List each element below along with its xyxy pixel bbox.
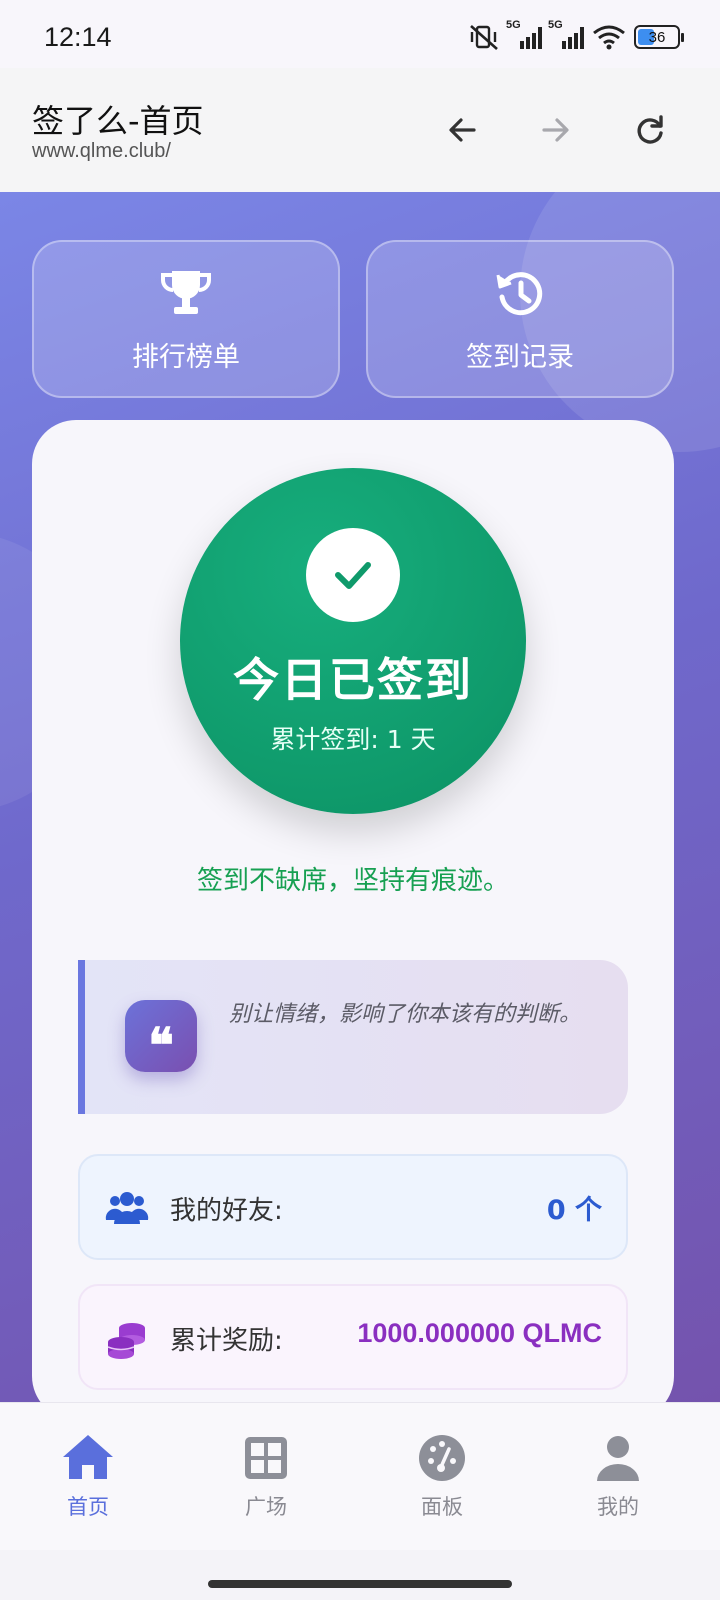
check-badge	[306, 528, 400, 622]
checkin-history-button[interactable]: 签到记录	[366, 240, 674, 398]
nav-home-label: 首页	[67, 1495, 109, 1519]
nav-profile[interactable]: 我的	[558, 1431, 678, 1521]
leaderboard-label: 排行榜单	[132, 341, 240, 373]
nav-home[interactable]: 首页	[28, 1431, 148, 1521]
user-icon	[597, 1436, 639, 1481]
rewards-label: 累计奖励:	[170, 1326, 283, 1356]
status-icons: 5G 5G 36	[468, 19, 684, 52]
friends-label: 我的好友:	[170, 1196, 283, 1226]
motto-text: 签到不缺席，坚持有痕迹。	[196, 866, 509, 896]
coins-icon	[104, 1316, 150, 1362]
home-icon	[63, 1435, 113, 1479]
refresh-icon	[637, 115, 663, 144]
arrow-left-icon	[449, 118, 476, 142]
rewards-row[interactable]: 累计奖励: 1000.000000 QLMC	[78, 1284, 628, 1390]
gesture-bar[interactable]	[208, 1580, 512, 1588]
hero-section: 排行榜单 签到记录 今日已签到 累计签到: 1 天 签到不缺席，坚持有痕迹。 ❝…	[0, 192, 720, 1402]
users-icon	[104, 1186, 150, 1232]
signal-icon-2: 5G	[548, 19, 584, 49]
battery-icon: 36	[634, 25, 684, 49]
check-icon	[335, 562, 371, 589]
leaderboard-button[interactable]: 排行榜单	[32, 240, 340, 398]
status-bar: 12:14 5G 5G 36	[0, 0, 720, 68]
history-icon	[496, 271, 543, 315]
quote-card: ❝ 别让情绪，影响了你本该有的判断。	[78, 960, 628, 1114]
nav-profile-label: 我的	[597, 1495, 639, 1519]
nav-square-label: 广场	[245, 1495, 287, 1519]
checkin-status-title: 今日已签到	[233, 653, 473, 707]
checkin-history-label: 签到记录	[466, 341, 574, 373]
signal-icon-1: 5G	[506, 19, 542, 49]
checkin-count: 累计签到: 1 天	[270, 725, 436, 754]
friends-row[interactable]: 我的好友: 0 个	[78, 1154, 628, 1260]
system-nav-area	[0, 1550, 720, 1600]
friends-value: 0 个	[546, 1195, 602, 1226]
nav-dashboard[interactable]: 面板	[382, 1431, 502, 1521]
nav-square[interactable]: 广场	[206, 1431, 326, 1521]
rewards-value: 1000.000000 QLMC	[357, 1318, 602, 1348]
bottom-nav: 首页 广场 面板 我的	[0, 1402, 720, 1550]
nav-dashboard-label: 面板	[421, 1495, 463, 1519]
quote-text: 别让情绪，影响了你本该有的判断。	[229, 1002, 582, 1027]
main-card: 今日已签到 累计签到: 1 天 签到不缺席，坚持有痕迹。 ❝ 别让情绪，影响了你…	[32, 420, 674, 1402]
forward-button[interactable]	[538, 112, 574, 148]
mute-vibrate-icon	[470, 25, 498, 50]
checkin-button[interactable]: 今日已签到 累计签到: 1 天	[180, 468, 526, 814]
back-button[interactable]	[444, 112, 480, 148]
page-title: 签了么-首页	[32, 102, 204, 140]
quote-icon: ❝	[125, 1000, 197, 1072]
page-url: www.qlme.club/	[32, 140, 171, 162]
grid-icon	[245, 1437, 287, 1479]
status-time: 12:14	[44, 22, 112, 52]
wifi-icon	[593, 25, 625, 50]
trophy-icon	[161, 270, 211, 314]
dashboard-icon	[419, 1435, 465, 1481]
reload-button[interactable]	[632, 112, 668, 148]
arrow-right-icon	[542, 118, 569, 142]
browser-header: 签了么-首页 www.qlme.club/	[0, 68, 720, 192]
